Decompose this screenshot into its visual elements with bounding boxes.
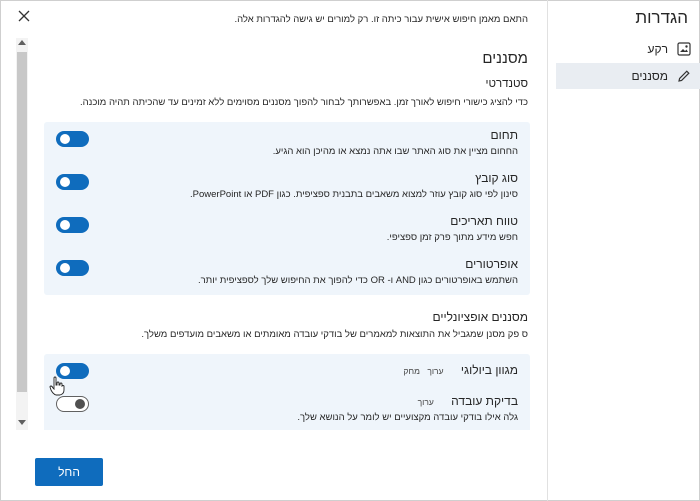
apply-button[interactable]: החל [35,458,103,486]
filter-row-biodiversity: מגוון ביולוגי ערוך מחק [44,354,530,388]
filter-row-fact-check: בדיקת עובדה ערוך גלה אילו בודקי עובדה מק… [44,388,530,430]
filter-row-date-range: טווח תאריכים חפש מידע מתוך פרק זמן ספציפ… [44,208,530,250]
filter-description: החחום מציין את סוג האתר שבו אתה נמצא או … [272,146,518,157]
filter-title: תחום [490,128,518,142]
standard-label: סטנדרטי [485,78,528,90]
filter-row-domain: תחום החחום מציין את סוג האתר שבו אתה נמצ… [44,122,530,164]
standard-filters-card: תחום החחום מציין את סוג האתר שבו אתה נמצ… [44,122,530,295]
domain-toggle[interactable] [56,131,89,147]
sidebar-item-background[interactable]: רקע [556,36,700,62]
edit-link[interactable]: ערוך [418,397,434,407]
filter-title: בדיקת עובדה ערוך [418,394,518,408]
filter-title: טווח תאריכים [450,214,518,228]
close-button[interactable] [16,8,32,24]
settings-title: הגדרות [635,8,688,27]
filter-description: גלה אילו בודקי עובדה מקצועיים יש לומר על… [297,412,518,423]
standard-description: כדי להציג כישורי חיפוש לאורך זמן. באפשרו… [79,97,528,108]
date-range-toggle[interactable] [56,217,89,233]
filter-title-text: בדיקת עובדה [451,394,518,408]
filter-title: אופרטורים [465,257,518,271]
file-type-toggle[interactable] [56,174,89,190]
optional-filters-card: מגוון ביולוגי ערוך מחק בדיקת עובדה ערוך … [44,354,530,430]
filter-description: חפש מידע מתוך פרק זמן ספציפי. [386,232,518,243]
filter-title: מגוון ביולוגי ערוך מחק [404,363,518,377]
filter-description: סינון לפי סוג קובץ עוזר למצוא משאבים בתב… [190,189,518,200]
filter-title-text: מגוון ביולוגי [460,363,518,377]
filter-row-file-type: סוג קובץ סינון לפי סוג קובץ עוזר למצוא מ… [44,165,530,207]
scroll-down-icon[interactable] [18,420,26,425]
image-icon [676,41,692,57]
header-note: התאם מאמן חיפוש אישית עבור כיתה זו. רק ל… [234,14,528,25]
pencil-icon [676,68,692,84]
delete-link[interactable]: מחק [404,366,420,376]
scrollbar[interactable] [16,38,28,430]
close-icon [18,10,30,22]
scroll-up-icon[interactable] [18,40,26,45]
sidebar-item-filters[interactable]: מסננים [556,63,700,89]
filters-title: מסננים [482,50,528,67]
filter-title: סוג קובץ [475,171,518,185]
filter-row-operators: אופרטורים השתמש באופרטורים כגון AND ו- O… [44,251,530,293]
optional-filters-title: מסננים אופציונליים [432,310,528,324]
hand-cursor-icon [49,376,65,396]
pane-divider [547,0,548,501]
filter-description: השתמש באופרטורים כגון AND ו- OR כדי להפו… [197,275,518,286]
scrollbar-thumb[interactable] [17,52,27,392]
edit-link[interactable]: ערוך [427,366,443,376]
sidebar-item-label: רקע [647,42,668,56]
fact-check-toggle[interactable] [56,396,89,412]
operators-toggle[interactable] [56,260,89,276]
sidebar-item-label: מסננים [631,69,668,83]
filters-content: מסננים סטנדרטי כדי להציג כישורי חיפוש לא… [30,38,530,430]
optional-filters-description: ס פק מסנן שמגביל את התוצאות למאמרים של ב… [141,329,528,340]
